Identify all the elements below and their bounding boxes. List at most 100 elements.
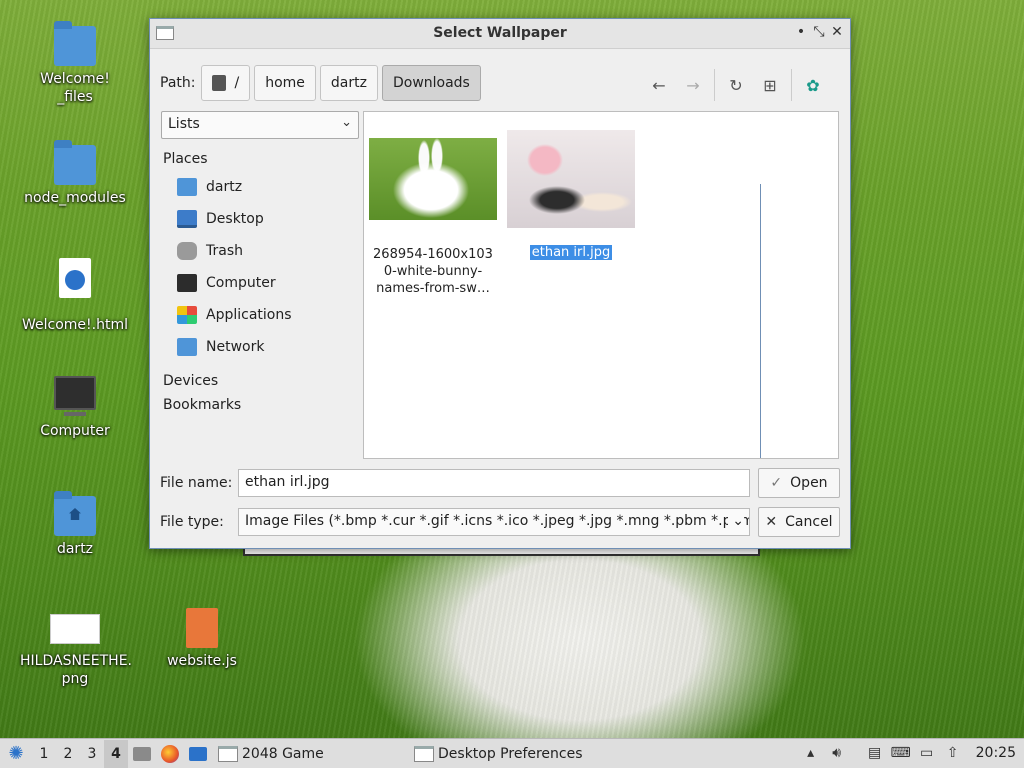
anime-thumbnail [507, 130, 635, 228]
task-label: 2048 Game [242, 745, 324, 762]
toolbar-separator [714, 69, 715, 101]
bookmarks-header[interactable]: Bookmarks [163, 393, 363, 417]
file-manager-icon[interactable] [128, 740, 156, 768]
workspace-2[interactable]: 2 [56, 740, 80, 768]
home-folder-icon [177, 178, 197, 196]
breadcrumb-label: Downloads [392, 75, 470, 91]
system-tray: ▴ 🔊︎ ▤ ⌨︎ ▭ ⇧ 20:25 [798, 739, 1024, 767]
clock[interactable]: 20:25 [966, 745, 1024, 761]
desktop-icon-dartz[interactable]: dartz [20, 491, 130, 558]
start-menu-icon[interactable]: ✺ [0, 740, 32, 768]
breadcrumb-label: dartz [330, 75, 367, 91]
file-type-select[interactable]: Image Files (*.bmp *.cur *.gif *.icns *.… [238, 508, 750, 536]
html-file-icon [59, 258, 91, 298]
file-name-line: 268954-1600x103 [373, 247, 493, 262]
image-file-icon [50, 614, 100, 644]
workspace-1[interactable]: 1 [32, 740, 56, 768]
file-item-bunny[interactable]: 268954-1600x103 0-white-bunny- names-fro… [369, 138, 497, 297]
workspace-4[interactable]: 4 [104, 739, 128, 768]
volume-icon[interactable]: 🔊︎ [824, 739, 850, 767]
devices-header[interactable]: Devices [163, 369, 363, 393]
tray-up-arrow-icon[interactable]: ▴ [798, 739, 824, 767]
file-name-line: 0-white-bunny- [383, 264, 483, 279]
file-name-line: names-from-sw… [376, 281, 490, 296]
show-desktop-icon[interactable] [184, 740, 212, 768]
desktop-icon [177, 210, 197, 228]
file-name-label: File name: [160, 475, 233, 491]
breadcrumb-downloads[interactable]: Downloads [381, 65, 481, 101]
computer-icon [177, 274, 197, 292]
sidebar-item-label: Trash [206, 243, 243, 259]
desktop-icon-label: HILDASNEETHE. png [20, 653, 132, 687]
network-icon [177, 338, 197, 356]
breadcrumb-label: / [234, 75, 240, 91]
cancel-button[interactable]: ✕ Cancel [758, 507, 840, 537]
dropdown-value: Lists [168, 116, 200, 132]
minimize-icon[interactable]: • [792, 24, 810, 40]
network-tray-icon[interactable]: ▭ [914, 739, 940, 767]
view-mode-icon[interactable]: ✿ [796, 71, 830, 99]
disk-icon [212, 75, 227, 91]
keyboard-icon[interactable]: ⌨︎ [888, 739, 914, 767]
firefox-icon[interactable] [156, 740, 184, 768]
sidebar-item-label: dartz [206, 179, 243, 195]
sidebar-item-trash[interactable]: Trash [163, 235, 363, 267]
tray-spacer [850, 739, 862, 767]
back-arrow-icon[interactable]: ← [642, 71, 676, 99]
drop-indicator-line [760, 184, 761, 458]
sidebar-item-computer[interactable]: Computer [163, 267, 363, 299]
workspace-3[interactable]: 3 [80, 740, 104, 768]
file-name-selected: ethan irl.jpg [529, 245, 613, 260]
dialog-titlebar[interactable]: Select Wallpaper • ⤡ ✕ [150, 19, 850, 49]
window-icon [414, 745, 434, 762]
select-wallpaper-dialog: Select Wallpaper • ⤡ ✕ Path: / home dart… [149, 18, 851, 549]
applications-icon [177, 306, 197, 324]
taskbar: ✺ 1 2 3 4 2048 Game Desktop Preferences … [0, 738, 1024, 768]
clipboard-icon[interactable]: ▤ [862, 739, 888, 767]
window-icon [218, 745, 238, 762]
desktop-icon-website-js[interactable]: website.js [147, 608, 257, 670]
reload-icon[interactable]: ↻ [719, 71, 753, 99]
check-icon: ✓ [770, 475, 783, 491]
sidebar-item-label: Network [206, 339, 265, 355]
breadcrumb-home[interactable]: home [254, 65, 316, 101]
desktop-icon-label: website.js [167, 653, 237, 669]
desktop-icon-hildasneethe[interactable]: HILDASNEETHE. png [20, 614, 132, 688]
open-button-label: Open [790, 475, 828, 491]
desktop-icon-computer[interactable]: Computer [20, 376, 130, 440]
dialog-toolbar: ← → ↻ ⊞ ✿ [642, 69, 830, 101]
forward-arrow-icon[interactable]: → [676, 71, 710, 99]
desktop-icon-label: Computer [40, 423, 110, 439]
desktop-icon-label: Welcome!.html [22, 317, 128, 333]
desktop-icon-node-modules[interactable]: node_modules [20, 140, 130, 207]
breadcrumb-root[interactable]: / [201, 65, 251, 101]
task-desktop-preferences[interactable]: Desktop Preferences [408, 740, 628, 768]
breadcrumb-dartz[interactable]: dartz [319, 65, 378, 101]
new-folder-icon[interactable]: ⊞ [753, 71, 787, 99]
chevron-down-icon: ⌄ [728, 513, 744, 529]
cancel-x-icon: ✕ [765, 514, 778, 530]
places-header[interactable]: Places [163, 147, 363, 171]
desktop-icon-welcome-html[interactable]: Welcome!.html [20, 258, 130, 334]
task-2048-game[interactable]: 2048 Game [212, 740, 408, 768]
task-label: Desktop Preferences [438, 745, 583, 762]
restore-icon[interactable]: ⤡ [810, 24, 828, 40]
bunny-thumbnail [369, 138, 497, 220]
desktop-icon-welcome-files[interactable]: Welcome! _files [20, 21, 130, 106]
sidebar-item-dartz[interactable]: dartz [163, 171, 363, 203]
file-item-ethan[interactable]: ethan irl.jpg [507, 130, 635, 261]
desktop-icon-label: node_modules [24, 190, 126, 206]
path-label: Path: [160, 75, 196, 91]
close-icon[interactable]: ✕ [828, 24, 846, 40]
folder-icon [54, 140, 96, 185]
sidebar-item-applications[interactable]: Applications [163, 299, 363, 331]
update-icon[interactable]: ⇧ [940, 739, 966, 767]
open-button[interactable]: ✓ Open [758, 468, 840, 498]
sidebar-item-network[interactable]: Network [163, 331, 363, 363]
file-name-input[interactable]: ethan irl.jpg [238, 469, 750, 497]
sidebar-mode-dropdown[interactable]: Lists ⌄ [161, 111, 359, 139]
desktop-icon-label: dartz [56, 541, 94, 557]
places-sidebar: Places dartz Desktop Trash Computer Appl… [163, 147, 363, 417]
trash-icon [177, 242, 197, 260]
sidebar-item-desktop[interactable]: Desktop [163, 203, 363, 235]
